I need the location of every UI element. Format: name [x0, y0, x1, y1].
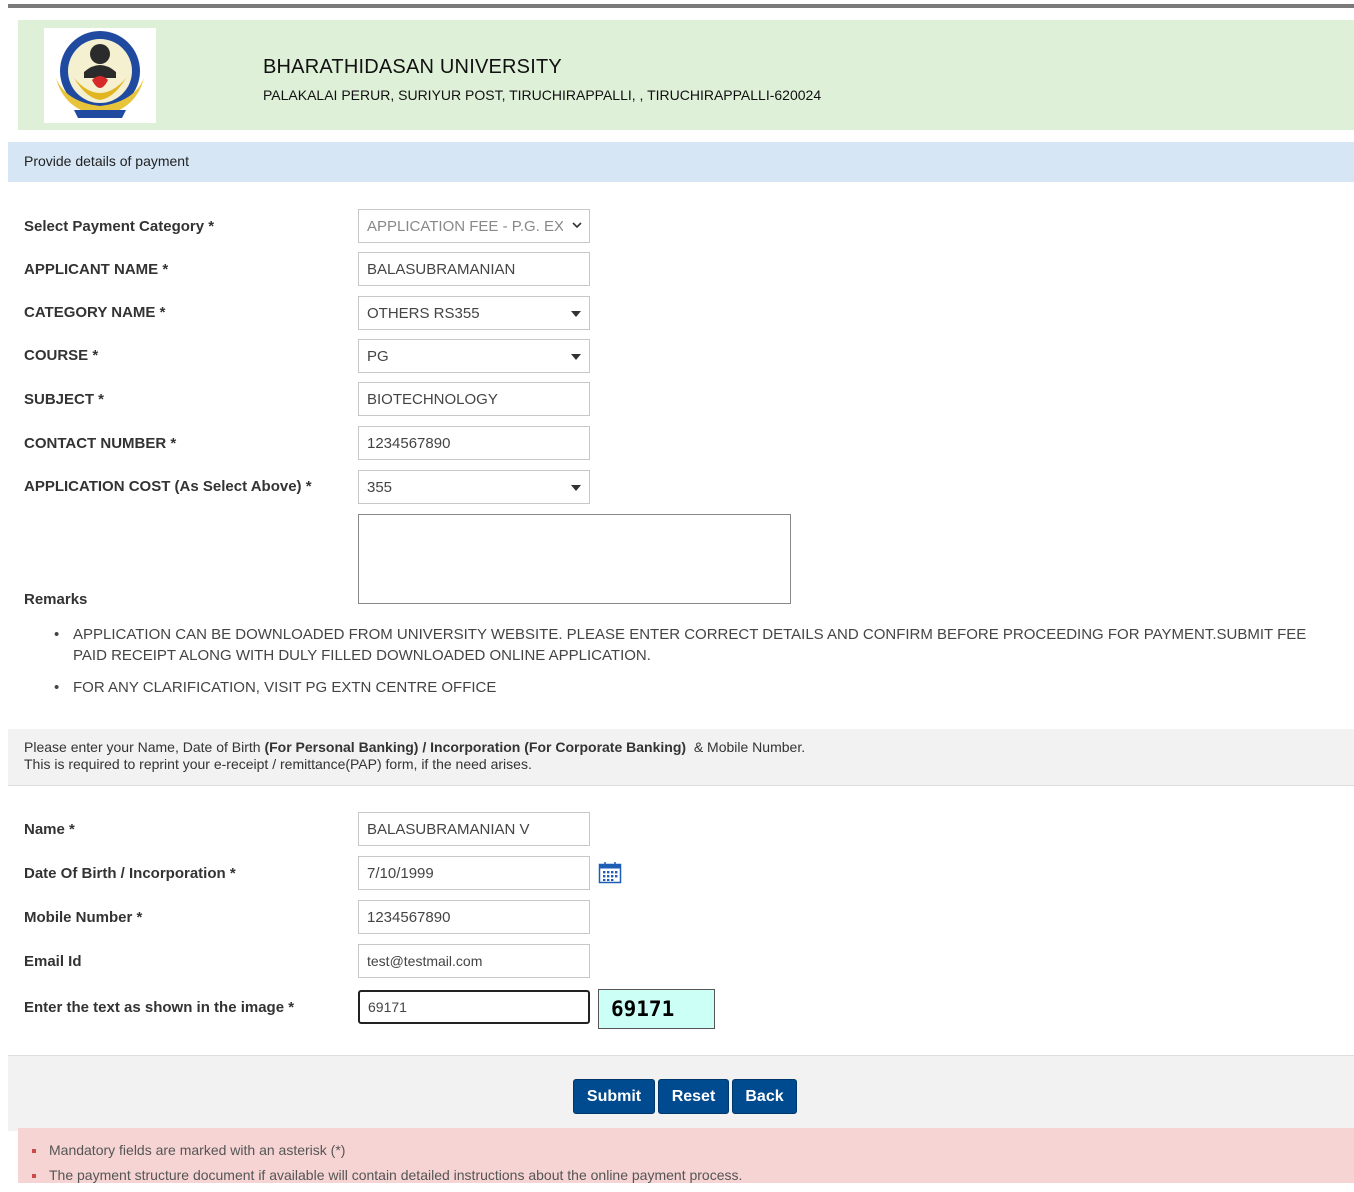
info-text: & Mobile Number. — [686, 739, 806, 755]
caret-down-icon — [571, 311, 581, 317]
course-label: COURSE * — [24, 347, 99, 364]
captcha-input[interactable]: 69171 — [358, 990, 590, 1024]
name-label: Name * — [24, 821, 75, 838]
university-logo — [44, 28, 156, 123]
reprint-info-line1: Please enter your Name, Date of Birth (F… — [24, 739, 805, 755]
reprint-info-bar: Please enter your Name, Date of Birth (F… — [8, 729, 1354, 786]
submit-button[interactable]: Submit — [573, 1079, 655, 1114]
remarks-label: Remarks — [24, 591, 88, 608]
subject-input[interactable]: BIOTECHNOLOGY — [358, 382, 590, 416]
course-select[interactable]: PG — [358, 339, 590, 373]
name-input[interactable]: BALASUBRAMANIAN V — [358, 812, 590, 846]
section-title-bar: Provide details of payment — [8, 142, 1354, 182]
course-value: PG — [367, 348, 389, 365]
email-input[interactable]: test@testmail.com — [358, 944, 590, 978]
mobile-label: Mobile Number * — [24, 909, 143, 926]
note-item: Mandatory fields are marked with an aste… — [32, 1142, 742, 1167]
contact-number-label: CONTACT NUMBER * — [24, 435, 177, 452]
caret-down-icon — [571, 354, 581, 360]
mobile-input[interactable]: 1234567890 — [358, 900, 590, 934]
payment-category-label: Select Payment Category * — [24, 218, 215, 235]
dob-input[interactable]: 7/10/1999 — [358, 856, 590, 890]
dob-label: Date Of Birth / Incorporation * — [24, 865, 236, 882]
info-text: Please enter your Name, Date of Birth — [24, 739, 265, 755]
chevron-down-icon — [571, 219, 583, 234]
application-cost-value: 355 — [367, 479, 393, 496]
note-item: The payment structure document if availa… — [32, 1167, 742, 1192]
captcha-label: Enter the text as shown in the image * — [24, 999, 295, 1016]
category-name-value: OTHERS RS355 — [367, 305, 480, 322]
section-title: Provide details of payment — [24, 153, 189, 169]
applicant-name-label: APPLICANT NAME * — [24, 261, 169, 278]
applicant-name-input[interactable]: BALASUBRAMANIAN — [358, 252, 590, 286]
category-name-label: CATEGORY NAME * — [24, 304, 166, 321]
back-button[interactable]: Back — [732, 1079, 797, 1114]
top-divider — [8, 4, 1354, 8]
instruction-item: APPLICATION CAN BE DOWNLOADED FROM UNIVE… — [50, 624, 1330, 666]
reset-button[interactable]: Reset — [658, 1079, 729, 1114]
subject-label: SUBJECT * — [24, 391, 105, 408]
instructions-list: APPLICATION CAN BE DOWNLOADED FROM UNIVE… — [50, 624, 1330, 709]
info-bold-text: (For Personal Banking) / Incorporation (… — [264, 739, 687, 755]
instruction-item: FOR ANY CLARIFICATION, VISIT PG EXTN CEN… — [50, 677, 1330, 698]
payment-category-select[interactable]: APPLICATION FEE - P.G. EX — [358, 209, 590, 243]
calendar-icon[interactable] — [598, 861, 622, 884]
captcha-image: 69171 — [598, 989, 715, 1029]
university-address: PALAKALAI PERUR, SURIYUR POST, TIRUCHIRA… — [263, 87, 822, 103]
university-name: BHARATHIDASAN UNIVERSITY — [263, 56, 562, 78]
email-label: Email Id — [24, 953, 82, 970]
contact-number-input[interactable]: 1234567890 — [358, 426, 590, 460]
caret-down-icon — [571, 485, 581, 491]
notes-list: Mandatory fields are marked with an aste… — [32, 1142, 742, 1192]
payment-category-value: APPLICATION FEE - P.G. EX — [367, 218, 563, 235]
application-cost-label: APPLICATION COST (As Select Above) * — [24, 478, 312, 495]
notes-panel: Mandatory fields are marked with an aste… — [18, 1128, 1354, 1183]
application-cost-select[interactable]: 355 — [358, 470, 590, 504]
remarks-textarea[interactable] — [358, 514, 791, 604]
university-header: BHARATHIDASAN UNIVERSITY PALAKALAI PERUR… — [18, 20, 1354, 130]
reprint-info-line2: This is required to reprint your e-recei… — [24, 756, 532, 772]
category-name-select[interactable]: OTHERS RS355 — [358, 296, 590, 330]
